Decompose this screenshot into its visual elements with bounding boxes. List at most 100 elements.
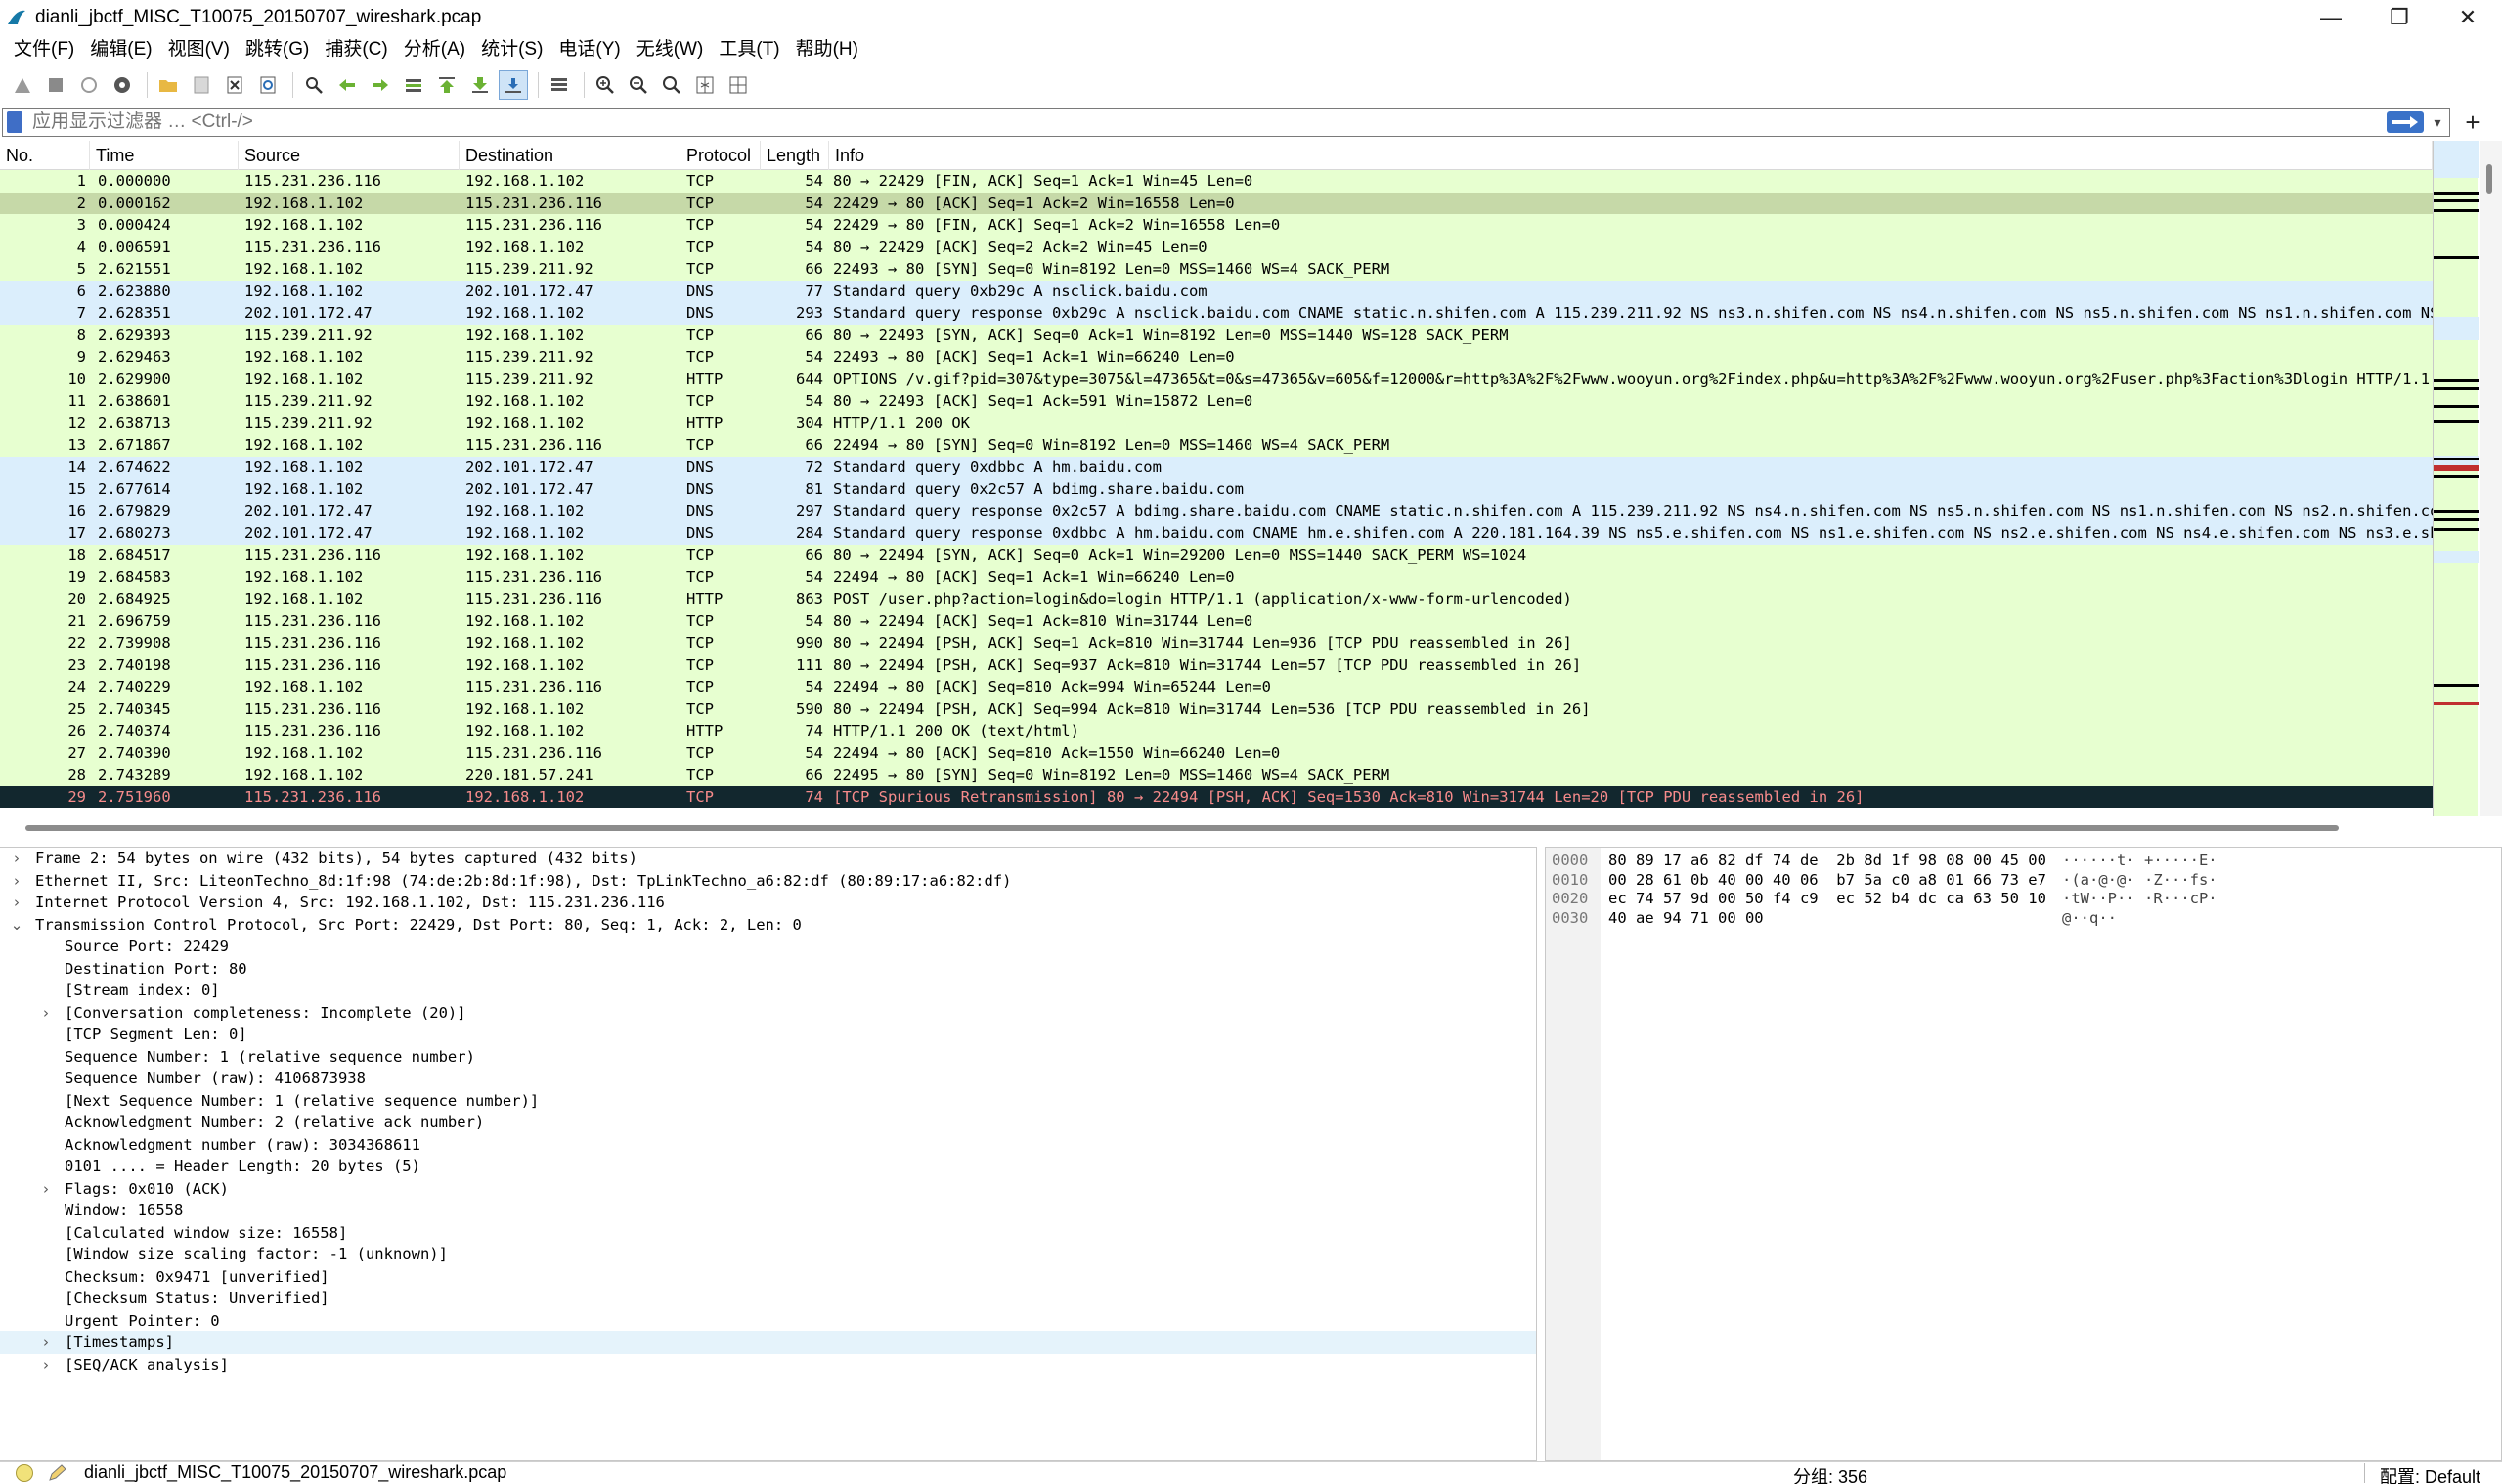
detail-tree-item[interactable]: Source Port: 22429 (0, 936, 1536, 958)
maximize-button[interactable]: ❐ (2365, 0, 2434, 34)
status-profile[interactable]: 配置: Default (2380, 1463, 2480, 1484)
detail-tree-item[interactable]: › Ethernet II, Src: LiteonTechno_8d:1f:98… (0, 870, 1536, 893)
detail-tree-item[interactable]: [Window size scaling factor: -1 (unknown… (0, 1244, 1536, 1266)
packet-row[interactable]: 8 2.629393 115.239.211.92 192.168.1.102 TCP 6… (0, 324, 2433, 346)
bookmark-icon[interactable] (7, 111, 22, 133)
packet-row[interactable]: 25 2.740345 115.231.236.116 192.168.1.102 TC… (0, 698, 2433, 720)
detail-tree-item[interactable]: 0101 .... = Header Length: 20 bytes (5) (0, 1156, 1536, 1178)
detail-tree-item[interactable]: [Checksum Status: Unverified] (0, 1288, 1536, 1310)
apply-filter-button[interactable] (2387, 111, 2424, 133)
menu-telephony[interactable]: 电话(Y) (550, 34, 628, 65)
bytes-ascii[interactable]: ·tW··P·· ·R···cP· (2062, 890, 2217, 909)
packet-row[interactable]: 5 2.621551 192.168.1.102 115.239.211.92 TCP 6… (0, 258, 2433, 281)
packet-row[interactable]: 14 2.674622 192.168.1.102 202.101.172.47 DNS… (0, 456, 2433, 478)
detail-tree-item[interactable]: Checksum: 0x9471 [unverified] (0, 1266, 1536, 1288)
packet-row[interactable]: 11 2.638601 115.239.211.92 192.168.1.102 TCP… (0, 390, 2433, 413)
zoom-in-icon[interactable] (591, 70, 620, 100)
menu-view[interactable]: 视图(V) (160, 34, 238, 65)
edit-comment-icon[interactable] (47, 1463, 68, 1483)
packet-row[interactable]: 18 2.684517 115.231.236.116 192.168.1.102 TC… (0, 544, 2433, 566)
packet-row[interactable]: 20 2.684925 192.168.1.102 115.231.236.116 HT… (0, 588, 2433, 610)
detail-tree-item[interactable]: › [SEQ/ACK analysis] (0, 1354, 1536, 1376)
menu-wireless[interactable]: 无线(W) (629, 34, 712, 65)
detail-tree-item[interactable]: Acknowledgment number (raw): 3034368611 (0, 1134, 1536, 1157)
go-first-icon[interactable] (432, 70, 461, 100)
bytes-hex[interactable]: 40 ae 94 71 00 00 (1608, 909, 1764, 929)
bytes-offset[interactable]: 0000 (1552, 851, 1588, 871)
menu-capture[interactable]: 捕获(C) (317, 34, 395, 65)
bytes-ascii[interactable]: ······t· +·····E· (2062, 851, 2217, 871)
expand-arrow-icon[interactable]: › (10, 892, 23, 914)
packet-row[interactable]: 15 2.677614 192.168.1.102 202.101.172.47 DNS… (0, 478, 2433, 501)
go-to-packet-icon[interactable] (399, 70, 428, 100)
packet-row[interactable]: 9 2.629463 192.168.1.102 115.239.211.92 TCP 5… (0, 346, 2433, 369)
packet-list-vscrollbar[interactable] (2480, 141, 2502, 816)
restart-capture-icon[interactable] (74, 70, 104, 100)
menu-file[interactable]: 文件(F) (6, 34, 82, 65)
detail-tree-item[interactable]: › [Conversation completeness: Incomplete … (0, 1002, 1536, 1025)
column-length[interactable]: Length (761, 141, 829, 170)
packet-row[interactable]: 24 2.740229 192.168.1.102 115.231.236.116 TC… (0, 676, 2433, 698)
detail-tree-item[interactable]: › Flags: 0x010 (ACK) (0, 1178, 1536, 1200)
layout-icon[interactable] (724, 70, 753, 100)
packet-minimap[interactable] (2433, 141, 2479, 816)
packet-row[interactable]: 19 2.684583 192.168.1.102 115.231.236.116 TC… (0, 566, 2433, 589)
detail-tree-item[interactable]: ⌄ Transmission Control Protocol, Src Port… (0, 914, 1536, 937)
reload-file-icon[interactable] (253, 70, 283, 100)
expert-info-icon[interactable] (16, 1463, 33, 1482)
start-capture-icon[interactable] (8, 70, 37, 100)
column-no[interactable]: No. (0, 141, 90, 170)
packet-row[interactable]: 21 2.696759 115.231.236.116 192.168.1.102 TC… (0, 610, 2433, 633)
packet-row[interactable]: 22 2.739908 115.231.236.116 192.168.1.102 TC… (0, 632, 2433, 654)
column-time[interactable]: Time (90, 141, 239, 170)
menu-analyze[interactable]: 分析(A) (396, 34, 473, 65)
bytes-ascii[interactable]: ·(a·@·@· ·Z···fs· (2062, 871, 2217, 891)
packet-row[interactable]: 3 0.000424 192.168.1.102 115.231.236.116 TCP… (0, 214, 2433, 237)
close-button[interactable]: ✕ (2434, 0, 2502, 34)
detail-tree-item[interactable]: [Next Sequence Number: 1 (relative seque… (0, 1090, 1536, 1113)
colorize-icon[interactable] (545, 70, 574, 100)
bytes-hex[interactable]: ec 74 57 9d 00 50 f4 c9 ec 52 b4 dc ca 6… (1608, 890, 2046, 909)
packet-row[interactable]: 13 2.671867 192.168.1.102 115.231.236.116 TC… (0, 434, 2433, 457)
packet-row[interactable]: 1 0.000000 115.231.236.116 192.168.1.102 TCP… (0, 170, 2433, 193)
packet-row[interactable]: 2 0.000162 192.168.1.102 115.231.236.116 TCP… (0, 192, 2433, 214)
find-packet-icon[interactable] (299, 70, 329, 100)
packet-row[interactable]: 26 2.740374 115.231.236.116 192.168.1.102 HT… (0, 720, 2433, 742)
go-last-icon[interactable] (465, 70, 495, 100)
zoom-normal-icon[interactable] (657, 70, 686, 100)
menu-help[interactable]: 帮助(H) (788, 34, 866, 65)
detail-tree-item[interactable]: [TCP Segment Len: 0] (0, 1024, 1536, 1046)
detail-tree-item[interactable]: › [Timestamps] (0, 1331, 1536, 1354)
packet-row[interactable]: 12 2.638713 115.239.211.92 192.168.1.102 HTT… (0, 412, 2433, 434)
hscroll-thumb[interactable] (25, 825, 2339, 831)
menu-edit[interactable]: 编辑(E) (82, 34, 159, 65)
menu-go[interactable]: 跳转(G) (238, 34, 317, 65)
column-destination[interactable]: Destination (460, 141, 680, 170)
packet-row[interactable]: 23 2.740198 115.231.236.116 192.168.1.102 TC… (0, 654, 2433, 677)
packet-row[interactable]: 16 2.679829 202.101.172.47 192.168.1.102 DNS… (0, 500, 2433, 522)
column-source[interactable]: Source (239, 141, 460, 170)
packet-row[interactable]: 27 2.740390 192.168.1.102 115.231.236.116 TC… (0, 742, 2433, 764)
detail-tree-item[interactable]: Urgent Pointer: 0 (0, 1310, 1536, 1332)
zoom-out-icon[interactable] (624, 70, 653, 100)
save-file-icon[interactable] (187, 70, 216, 100)
packet-row[interactable]: 4 0.006591 115.231.236.116 192.168.1.102 TCP… (0, 236, 2433, 258)
bytes-hex[interactable]: 80 89 17 a6 82 df 74 de 2b 8d 1f 98 08 0… (1608, 851, 2046, 871)
expand-arrow-icon[interactable]: › (39, 1178, 53, 1200)
bytes-hex[interactable]: 00 28 61 0b 40 00 40 06 b7 5a c0 a8 01 6… (1608, 871, 2046, 891)
stop-capture-icon[interactable] (41, 70, 70, 100)
bytes-offset[interactable]: 0020 (1552, 890, 1588, 909)
detail-tree-item[interactable]: Sequence Number (raw): 4106873938 (0, 1068, 1536, 1090)
packet-row[interactable]: 7 2.628351 202.101.172.47 192.168.1.102 DNS 2… (0, 302, 2433, 325)
packet-row[interactable]: 6 2.623880 192.168.1.102 202.101.172.47 DNS 7… (0, 280, 2433, 302)
expand-arrow-icon[interactable]: › (39, 1354, 53, 1376)
expand-arrow-icon[interactable]: › (39, 1331, 53, 1354)
detail-tree-item[interactable]: [Calculated window size: 16558] (0, 1222, 1536, 1244)
column-protocol[interactable]: Protocol (680, 141, 761, 170)
auto-scroll-icon[interactable] (499, 70, 528, 100)
detail-tree-item[interactable]: Window: 16558 (0, 1200, 1536, 1222)
expand-arrow-icon[interactable]: › (10, 848, 23, 870)
detail-tree-item[interactable]: Destination Port: 80 (0, 958, 1536, 981)
add-filter-button[interactable]: + (2458, 108, 2487, 137)
detail-tree-item[interactable]: [Stream index: 0] (0, 980, 1536, 1002)
